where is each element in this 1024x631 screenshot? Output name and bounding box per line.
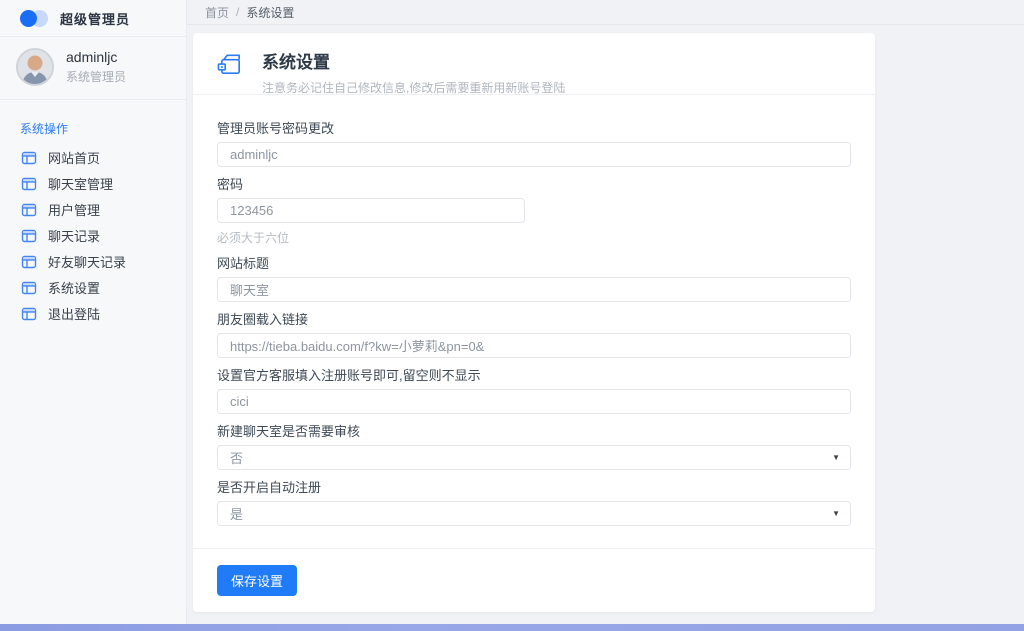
field-room-review: 新建聊天室是否需要审核 否 ▼ xyxy=(217,424,851,470)
breadcrumb-home-link[interactable]: 首页 xyxy=(205,4,229,21)
sidebar-item-label: 聊天室管理 xyxy=(48,174,113,193)
field-label: 是否开启自动注册 xyxy=(217,480,851,495)
breadcrumb-current: 系统设置 xyxy=(246,4,294,21)
layout-icon xyxy=(21,150,37,166)
sidebar-item-label: 聊天记录 xyxy=(48,226,100,245)
sidebar-item-user-admin[interactable]: 用户管理 xyxy=(0,201,186,218)
password-input[interactable] xyxy=(217,198,525,223)
dropdown-arrow-icon: ▼ xyxy=(832,509,840,518)
moments-link-input[interactable] xyxy=(217,333,851,358)
avatar xyxy=(16,48,54,86)
customer-service-input[interactable] xyxy=(217,389,851,414)
sidebar: 超级管理员 adminljc 系统管理员 系统操作 xyxy=(0,0,187,624)
sidebar-item-label: 系统设置 xyxy=(48,278,100,297)
save-settings-button[interactable]: 保存设置 xyxy=(217,565,297,596)
sidebar-item-label: 退出登陆 xyxy=(48,304,100,323)
settings-card: 系统设置 注意务必记住自己修改信息,修改后需要重新用新账号登陆 管理员账号密码更… xyxy=(193,33,875,612)
field-label: 朋友圈载入链接 xyxy=(217,312,851,327)
app-window: 超级管理员 adminljc 系统管理员 系统操作 xyxy=(0,0,1024,624)
sidebar-section-title: 系统操作 xyxy=(0,100,186,141)
field-password: 密码 必须大于六位 xyxy=(217,177,851,246)
sidebar-item-chat-log[interactable]: 聊天记录 xyxy=(0,227,186,244)
breadcrumb: 首页 / 系统设置 xyxy=(187,0,1024,25)
field-site-title: 网站标题 xyxy=(217,256,851,302)
layout-icon xyxy=(21,280,37,296)
sidebar-item-label: 好友聊天记录 xyxy=(48,252,126,271)
site-title-input[interactable] xyxy=(217,277,851,302)
user-card: adminljc 系统管理员 xyxy=(0,37,186,100)
field-label: 管理员账号密码更改 xyxy=(217,121,851,136)
divider xyxy=(193,548,875,549)
sidebar-item-friend-chat-log[interactable]: 好友聊天记录 xyxy=(0,253,186,270)
layout-icon xyxy=(21,228,37,244)
select-value: 是 xyxy=(230,504,243,523)
bottom-accent-bar xyxy=(0,624,1024,631)
dropdown-arrow-icon: ▼ xyxy=(832,453,840,462)
field-label: 设置官方客服填入注册账号即可,留空则不显示 xyxy=(217,368,851,383)
select-value: 否 xyxy=(230,448,243,467)
layout-icon xyxy=(21,254,37,270)
page-subtitle: 注意务必记住自己修改信息,修改后需要重新用新账号登陆 xyxy=(262,79,565,96)
layout-icon xyxy=(21,202,37,218)
field-label: 网站标题 xyxy=(217,256,851,271)
brand-logo-icon xyxy=(20,10,48,27)
field-customer-service: 设置官方客服填入注册账号即可,留空则不显示 xyxy=(217,368,851,414)
card-header: 系统设置 注意务必记住自己修改信息,修改后需要重新用新账号登陆 xyxy=(193,33,875,95)
main-area: 首页 / 系统设置 系统设置 注意务必记住自己修改信息,修改后需要重新用新账号登… xyxy=(187,0,1024,624)
sidebar-item-system-settings[interactable]: 系统设置 xyxy=(0,279,186,296)
layout-icon xyxy=(21,176,37,192)
sidebar-item-chatroom-admin[interactable]: 聊天室管理 xyxy=(0,175,186,192)
breadcrumb-separator: / xyxy=(236,5,239,19)
password-helper-text: 必须大于六位 xyxy=(217,229,851,246)
user-role: 系统管理员 xyxy=(66,68,126,85)
sidebar-item-label: 用户管理 xyxy=(48,200,100,219)
sidebar-item-label: 网站首页 xyxy=(48,148,100,167)
brand-title: 超级管理员 xyxy=(60,9,130,28)
sidebar-item-logout[interactable]: 退出登陆 xyxy=(0,305,186,322)
auto-register-select[interactable]: 是 ▼ xyxy=(217,501,851,526)
sidebar-item-site-home[interactable]: 网站首页 xyxy=(0,149,186,166)
brand: 超级管理员 xyxy=(0,0,186,37)
sidebar-nav: 网站首页 聊天室管理 用户管理 聊天记录 xyxy=(0,141,186,322)
field-moments-link: 朋友圈载入链接 xyxy=(217,312,851,358)
field-label: 密码 xyxy=(217,177,851,192)
field-auto-register: 是否开启自动注册 是 ▼ xyxy=(217,480,851,526)
field-admin-account: 管理员账号密码更改 xyxy=(217,121,851,167)
wallet-icon xyxy=(217,51,244,78)
layout-icon xyxy=(21,306,37,322)
user-name: adminljc xyxy=(66,49,126,65)
page-title: 系统设置 xyxy=(262,48,565,73)
room-review-select[interactable]: 否 ▼ xyxy=(217,445,851,470)
admin-account-input[interactable] xyxy=(217,142,851,167)
field-label: 新建聊天室是否需要审核 xyxy=(217,424,851,439)
settings-form: 管理员账号密码更改 密码 必须大于六位 网站标题 朋友圈载入链接 xyxy=(193,95,875,612)
